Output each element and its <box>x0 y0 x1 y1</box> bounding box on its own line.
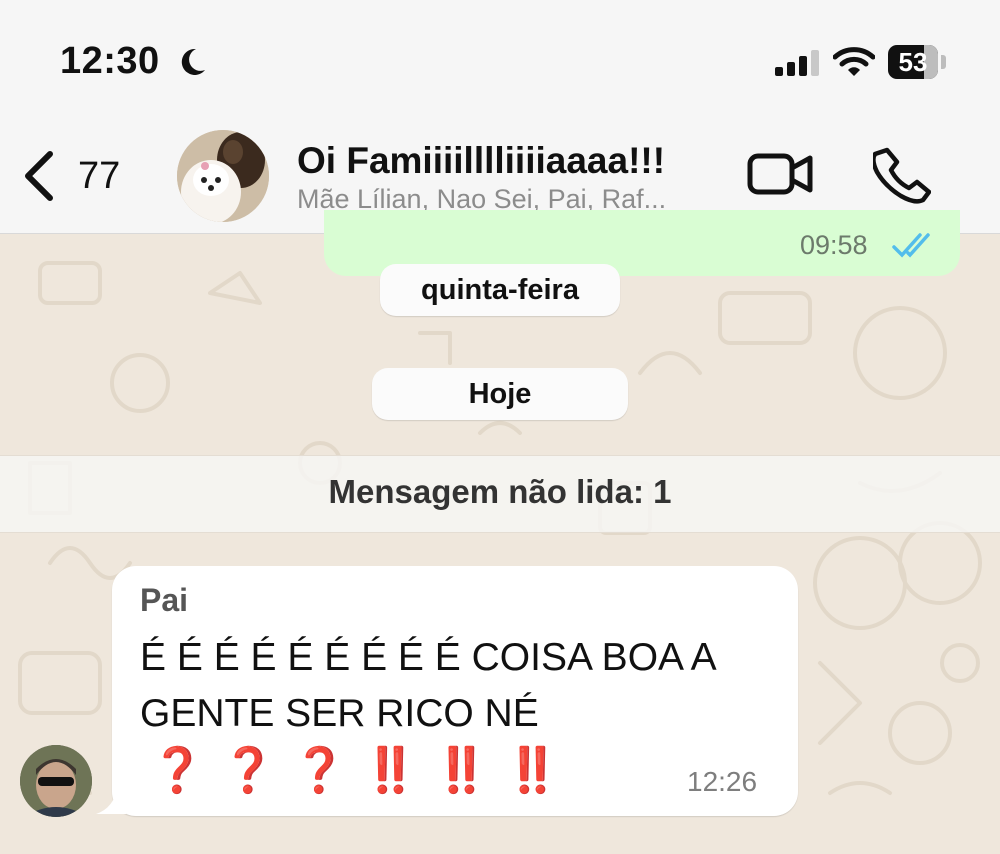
chat-title[interactable]: Oi Famiiiilllliiiiaaaa!!! <box>297 140 665 182</box>
cellular-signal-icon <box>775 50 819 76</box>
message-emojis: ❓ ❓ ❓ ‼️ ‼️ ‼️ <box>150 746 562 795</box>
top-bar: 12:30 53 77 Oi Famiiiilllliiiiaaaa!!! Mã… <box>0 0 1000 234</box>
outgoing-message-time: 09:58 <box>800 230 868 260</box>
video-camera-icon[interactable] <box>746 150 814 198</box>
battery-level: 53 <box>898 47 928 77</box>
back-chevron-icon[interactable] <box>22 150 56 202</box>
back-unread-count[interactable]: 77 <box>78 155 120 198</box>
day-separator-hoje: Hoje <box>372 368 628 420</box>
read-ticks-icon <box>892 233 930 258</box>
battery-tip <box>941 55 946 69</box>
phone-icon[interactable] <box>873 146 931 204</box>
day-separator-quinta-feira: quinta-feira <box>380 264 620 316</box>
battery-indicator: 53 <box>888 45 938 79</box>
incoming-message-time: 12:26 <box>687 766 758 797</box>
unread-banner-text: Mensagem não lida: 1 <box>328 473 672 510</box>
group-avatar[interactable] <box>177 130 269 222</box>
status-time: 12:30 <box>60 40 160 82</box>
message-sender-name[interactable]: Pai <box>140 582 188 619</box>
sender-avatar[interactable] <box>20 745 92 817</box>
message-text-line-1: É É É É É É É É É COISA BOA A <box>140 636 717 679</box>
moon-icon <box>181 48 205 75</box>
wifi-icon <box>833 47 875 76</box>
message-text-line-2: GENTE SER RICO NÉ <box>140 692 539 735</box>
bubble-tail <box>96 786 126 814</box>
